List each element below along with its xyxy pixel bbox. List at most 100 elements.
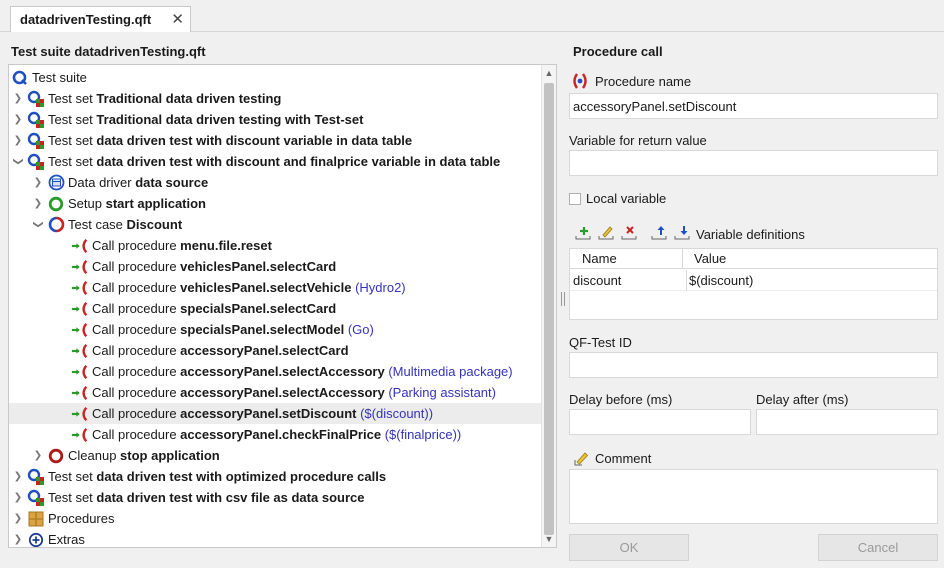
tree-node-procedures[interactable]: ❯ Procedures xyxy=(9,508,543,529)
tab-bar: datadrivenTesting.qft ✕ xyxy=(0,0,944,32)
procedure-call-icon xyxy=(71,258,89,276)
add-variable-button[interactable] xyxy=(573,222,593,242)
expand-chevron-icon[interactable]: ❯ xyxy=(13,534,23,545)
scrollbar-thumb[interactable] xyxy=(544,83,554,535)
tree-node-cleanup[interactable]: ❯ Cleanup stop application xyxy=(9,445,543,466)
test-set-icon xyxy=(27,489,45,507)
node-name: Traditional data driven testing xyxy=(96,91,282,106)
procedure-param: (Parking assistant) xyxy=(388,385,496,400)
tree-title: Test suite datadrivenTesting.qft xyxy=(11,44,206,59)
ok-button[interactable]: OK xyxy=(569,534,689,561)
column-header-name[interactable]: Name xyxy=(570,249,683,269)
tree-node-testset-discount-variable[interactable]: ❯ Test set data driven test with discoun… xyxy=(9,130,543,151)
expand-chevron-icon[interactable]: ❯ xyxy=(33,198,43,209)
procedure-call-icon xyxy=(71,300,89,318)
expand-chevron-icon[interactable]: ❯ xyxy=(33,450,43,461)
tree-node-setup[interactable]: ❯ Setup start application xyxy=(9,193,543,214)
delete-variable-button[interactable] xyxy=(619,222,639,242)
delay-after-label: Delay after (ms) xyxy=(756,392,849,407)
test-set-icon xyxy=(27,90,45,108)
expand-chevron-icon[interactable]: ❯ xyxy=(13,135,23,146)
tree-node-call-procedure[interactable]: Call procedure vehiclesPanel.selectCard xyxy=(9,256,543,277)
local-variable-label: Local variable xyxy=(586,191,667,206)
tree-node-testset-discount-finalprice[interactable]: ❯ Test set data driven test with discoun… xyxy=(9,151,543,172)
tree-node-call-procedure[interactable]: Call procedure accessoryPanel.selectAcce… xyxy=(9,361,543,382)
procedure-param: (Multimedia package) xyxy=(388,364,513,379)
close-tab-icon[interactable]: ✕ xyxy=(171,10,184,28)
tree-node-testset-traditional-testset[interactable]: ❯ Test set Traditional data driven testi… xyxy=(9,109,543,130)
test-suite-tree[interactable]: Test suite ❯ Test set Traditional data d… xyxy=(8,64,557,548)
tree-node-call-procedure[interactable]: Call procedure menu.file.reset xyxy=(9,235,543,256)
scroll-down-icon[interactable]: ▼ xyxy=(542,532,556,546)
edit-variable-button[interactable] xyxy=(596,222,616,242)
comment-pencil-icon xyxy=(573,449,591,467)
details-title: Procedure call xyxy=(573,44,663,59)
expand-chevron-icon[interactable]: ❯ xyxy=(33,177,43,188)
tree-node-call-procedure[interactable]: Call procedure accessoryPanel.selectCard xyxy=(9,340,543,361)
setup-icon xyxy=(47,195,65,213)
collapse-chevron-icon[interactable]: ❯ xyxy=(33,220,44,230)
qftest-id-label: QF-Test ID xyxy=(569,335,632,350)
tree-node-call-procedure[interactable]: Call procedure vehiclesPanel.selectVehic… xyxy=(9,277,543,298)
delay-before-input[interactable] xyxy=(569,409,751,435)
return-value-label: Variable for return value xyxy=(569,133,707,148)
variable-definitions-table[interactable]: Name Value discount $(discount) xyxy=(569,248,938,320)
node-label: Test suite xyxy=(32,70,87,85)
delay-before-label: Delay before (ms) xyxy=(569,392,673,407)
tree-node-call-procedure[interactable]: Call procedure accessoryPanel.selectAcce… xyxy=(9,382,543,403)
tree-node-data-driver[interactable]: ❯ Data driver data source xyxy=(9,172,543,193)
return-value-input[interactable] xyxy=(569,150,938,176)
comment-textarea[interactable] xyxy=(569,469,938,524)
move-up-button[interactable] xyxy=(649,222,669,242)
tree-node-extras[interactable]: ❯ Extras xyxy=(9,529,543,547)
tab-title: datadrivenTesting.qft xyxy=(20,12,152,27)
procedure-name-label: Procedure name xyxy=(595,74,692,89)
procedure-call-icon xyxy=(71,237,89,255)
tree-node-call-procedure[interactable]: Call procedure accessoryPanel.checkFinal… xyxy=(9,424,543,445)
procedure-icon xyxy=(571,72,589,90)
cancel-button[interactable]: Cancel xyxy=(818,534,938,561)
tab-datadriventesting[interactable]: datadrivenTesting.qft ✕ xyxy=(10,6,191,32)
tree-node-testset-traditional[interactable]: ❯ Test set Traditional data driven testi… xyxy=(9,88,543,109)
procedure-call-icon xyxy=(71,321,89,339)
expand-chevron-icon[interactable]: ❯ xyxy=(13,93,23,104)
tree-node-call-procedure[interactable]: Call procedure specialsPanel.selectCard xyxy=(9,298,543,319)
tree-node-test-case-discount[interactable]: ❯ Test case Discount xyxy=(9,214,543,235)
tree-node-test-suite[interactable]: Test suite xyxy=(9,67,543,88)
procedure-param: ($(finalprice)) xyxy=(384,427,462,442)
cell-value[interactable]: $(discount) xyxy=(686,270,753,291)
collapse-chevron-icon[interactable]: ❯ xyxy=(13,157,24,167)
move-down-button[interactable] xyxy=(672,222,692,242)
scroll-up-icon[interactable]: ▲ xyxy=(542,66,556,80)
cell-name[interactable]: discount xyxy=(573,270,621,291)
tree-node-call-procedure-selected[interactable]: Call procedure accessoryPanel.setDiscoun… xyxy=(9,403,543,424)
panel-splitter[interactable] xyxy=(561,292,565,306)
test-suite-icon xyxy=(11,69,29,87)
procedure-call-icon xyxy=(71,363,89,381)
expand-chevron-icon[interactable]: ❯ xyxy=(13,492,23,503)
local-variable-checkbox[interactable] xyxy=(569,193,581,205)
tree-node-testset-csv[interactable]: ❯ Test set data driven test with csv fil… xyxy=(9,487,543,508)
qftest-id-input[interactable] xyxy=(569,352,938,378)
tree-scrollbar[interactable]: ▲ ▼ xyxy=(541,65,556,547)
procedure-call-icon xyxy=(71,384,89,402)
column-header-value[interactable]: Value xyxy=(684,249,726,269)
expand-chevron-icon[interactable]: ❯ xyxy=(13,114,23,125)
test-set-icon xyxy=(27,132,45,150)
table-header: Name Value xyxy=(570,249,937,269)
procedure-call-icon xyxy=(71,342,89,360)
tree-node-call-procedure[interactable]: Call procedure specialsPanel.selectModel… xyxy=(9,319,543,340)
expand-chevron-icon[interactable]: ❯ xyxy=(13,471,23,482)
tree-node-testset-optimized[interactable]: ❯ Test set data driven test with optimiz… xyxy=(9,466,543,487)
procedure-call-icon xyxy=(71,405,89,423)
procedure-call-icon xyxy=(71,426,89,444)
cleanup-icon xyxy=(47,447,65,465)
comment-label: Comment xyxy=(595,451,652,466)
table-row[interactable]: discount $(discount) xyxy=(570,270,937,291)
test-set-icon xyxy=(27,153,45,171)
delay-after-input[interactable] xyxy=(756,409,938,435)
procedure-param: (Hydro2) xyxy=(355,280,406,295)
procedure-name-input[interactable]: accessoryPanel.setDiscount xyxy=(569,93,938,119)
procedure-param: ($(discount)) xyxy=(360,406,434,421)
expand-chevron-icon[interactable]: ❯ xyxy=(13,513,23,524)
